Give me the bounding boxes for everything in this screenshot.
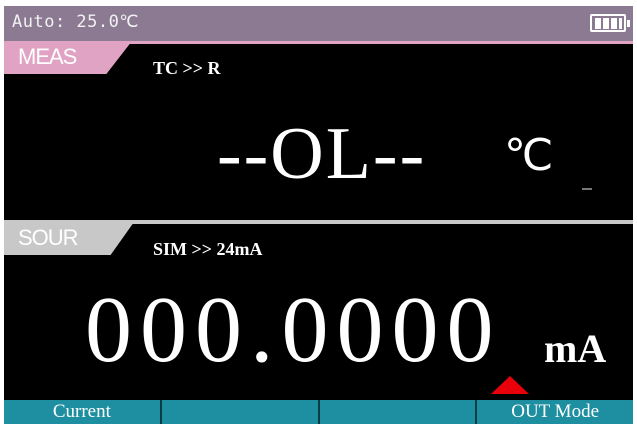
red-triangle-cursor-icon (491, 376, 529, 394)
meas-unit: ℃ (504, 131, 554, 180)
sour-tab[interactable]: SOUR (4, 222, 134, 255)
screen-artifact-mark (582, 188, 592, 190)
softkey-2[interactable] (161, 400, 320, 424)
source-output-value[interactable]: 000.0000 (85, 283, 502, 377)
meas-reading: --OL-- (217, 113, 427, 195)
softkey-bar: Current OUT Mode (4, 400, 633, 424)
meas-mode-label: TC >> R (153, 58, 221, 78)
softkey-current[interactable]: Current (4, 400, 162, 424)
sour-mode-label: SIM >> 24mA (153, 239, 263, 259)
softkey-out-mode[interactable]: OUT Mode (477, 400, 633, 424)
device-screen: Auto: 25.0℃ MEAS TC >> R --OL-- ℃ SOUR S… (4, 6, 633, 424)
status-bar: Auto: 25.0℃ (4, 6, 633, 41)
source-unit: mA (544, 326, 607, 371)
meas-tab-label: MEAS (18, 44, 77, 69)
sour-tab-label: SOUR (18, 225, 79, 250)
battery-full-icon (590, 14, 630, 32)
auto-temperature-status: Auto: 25.0℃ (12, 12, 139, 32)
softkey-3[interactable] (319, 400, 478, 424)
meas-tab[interactable]: MEAS (4, 41, 132, 74)
